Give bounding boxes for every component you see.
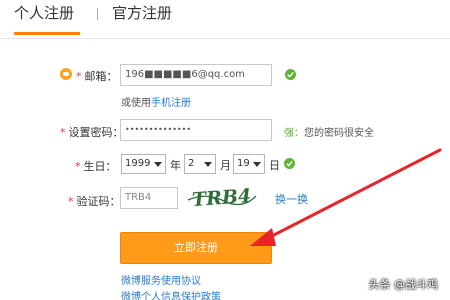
chevron-down-icon	[253, 162, 261, 167]
chevron-down-icon	[154, 162, 162, 167]
password-strength: 强：您的密码很安全	[284, 128, 374, 139]
required-star: *	[60, 126, 66, 139]
terms-link[interactable]: 微博服务使用协议	[121, 272, 201, 287]
required-star: *	[76, 70, 82, 83]
captcha-refresh-link[interactable]: 换一换	[275, 191, 308, 207]
tab-personal-register[interactable]: 个人注册	[14, 2, 74, 24]
day-unit: 日	[269, 159, 280, 172]
password-input[interactable]: ••••••••••••••	[120, 119, 272, 141]
captcha-input[interactable]: TRB4	[120, 187, 178, 209]
captcha-image-text: TRB4	[191, 185, 252, 211]
captcha-label: * 验证码：	[68, 195, 121, 208]
birthday-ok-icon	[284, 158, 295, 169]
header-divider	[0, 38, 450, 39]
register-tabs: 个人注册 官方注册	[14, 2, 450, 38]
email-input[interactable]: 196■■■■■6@qq.com	[120, 64, 272, 86]
required-star: *	[75, 160, 81, 173]
email-label: * 邮箱：	[76, 70, 118, 83]
email-alt-text: 或使用手机注册	[121, 98, 191, 109]
email-ok-icon	[285, 69, 296, 80]
register-button[interactable]: 立即注册	[120, 232, 272, 264]
tab-official-register[interactable]: 官方注册	[112, 2, 172, 24]
birth-month-select[interactable]: 2	[184, 154, 216, 174]
watermark-text: 头条 @战斗鸡	[368, 278, 439, 291]
birth-day-select[interactable]: 19	[233, 154, 265, 174]
active-tab-underline	[14, 32, 80, 35]
privacy-link[interactable]: 微博个人信息保护政策	[121, 288, 221, 300]
birth-year-select[interactable]: 1999	[121, 154, 166, 174]
chevron-down-icon	[204, 162, 212, 167]
tab-separator	[97, 8, 98, 20]
phone-register-link[interactable]: 手机注册	[151, 98, 191, 109]
email-hint-icon	[60, 68, 72, 80]
month-unit: 月	[220, 159, 231, 172]
password-label: * 设置密码：	[60, 126, 124, 139]
year-unit: 年	[170, 159, 181, 172]
required-star: *	[68, 195, 74, 208]
captcha-image[interactable]: TRB4	[186, 182, 258, 212]
birthday-label: * 生日：	[75, 160, 117, 173]
